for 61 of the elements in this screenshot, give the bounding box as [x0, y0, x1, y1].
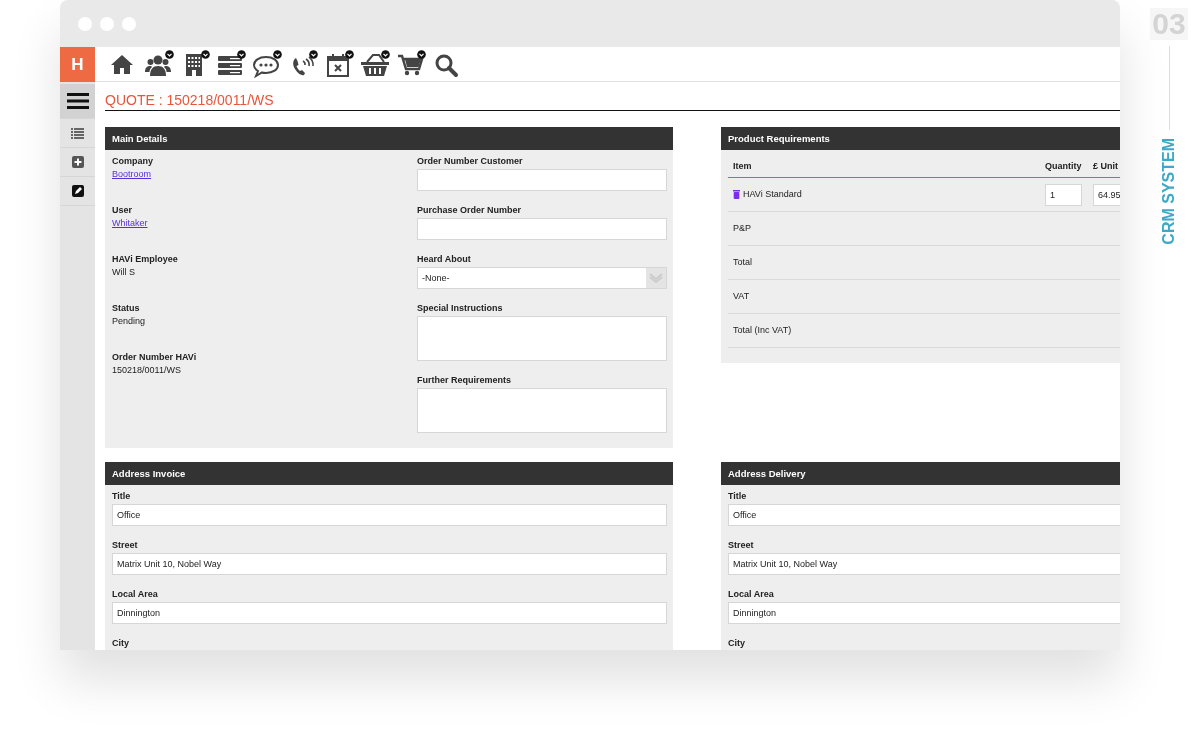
field-label: Local Area [728, 588, 775, 601]
field-label: Company [112, 155, 154, 168]
basket-icon[interactable] [360, 50, 390, 78]
field-link[interactable]: Bootroom [112, 168, 152, 181]
panel-header: Address Delivery [721, 462, 1120, 485]
field-label: HAVi Employee [112, 253, 179, 266]
add-icon [71, 156, 84, 168]
people-icon[interactable] [144, 50, 174, 78]
field-label: Local Area [112, 588, 159, 601]
edit-icon [71, 185, 84, 197]
field-label: Purchase Order Number [417, 204, 523, 217]
input-field[interactable]: Dinnington [112, 602, 667, 624]
panel-header: Main Details [105, 127, 673, 150]
cart-icon[interactable] [396, 50, 426, 78]
input-field[interactable]: Dinnington [728, 602, 1120, 624]
field-value: Pending [112, 315, 147, 328]
field-label: Order Number Customer [417, 155, 524, 168]
field-label: Title [728, 490, 748, 503]
calendar-icon[interactable] [324, 50, 354, 78]
panel-header: Address Invoice [105, 462, 673, 485]
field-label: Special Instructions [417, 302, 504, 315]
quantity-field[interactable]: 1 [1045, 183, 1082, 206]
table-cell: HAVi Standard [743, 188, 802, 201]
menu-icon [66, 92, 89, 110]
column-header: Item [732, 161, 753, 171]
field-label: Order Number HAVi [112, 351, 198, 364]
field-link[interactable]: Whitaker [112, 217, 148, 230]
field-value: Will S [112, 266, 136, 279]
list-icon [71, 127, 84, 139]
table-cell: Total [733, 256, 752, 269]
input-field[interactable] [417, 169, 667, 191]
sidebar-item[interactable] [60, 84, 95, 119]
field-label: Street [728, 539, 755, 552]
field-value: 150218/0011/WS [112, 364, 182, 377]
field-label: User [112, 204, 133, 217]
section-label: CRM SYSTEM [1160, 138, 1178, 245]
input-field[interactable] [417, 218, 667, 240]
table-cell: Total (Inc VAT) [733, 324, 792, 337]
field-label: Heard About [417, 253, 472, 266]
field-label: Street [112, 539, 139, 552]
column-header: Quantity [1045, 161, 1083, 171]
input-field[interactable]: Office [112, 504, 667, 526]
input-field[interactable]: Matrix Unit 10, Nobel Way [728, 553, 1120, 575]
field-label: Status [112, 302, 141, 315]
chevron-down-icon [649, 273, 663, 283]
input-field[interactable]: Matrix Unit 10, Nobel Way [112, 553, 667, 575]
page-title: QUOTE : 150218/0011/WS [105, 92, 1120, 111]
input-field[interactable]: Office [728, 504, 1120, 526]
field-label: City [728, 637, 746, 650]
table-cell: VAT [733, 290, 750, 303]
field-label: Further Requirements [417, 374, 513, 387]
trash-icon[interactable] [733, 190, 740, 199]
chat-bubble-icon[interactable] [252, 50, 282, 78]
panel-header: Product Requirements [721, 127, 1120, 150]
dropdown-field[interactable]: -None- [417, 267, 667, 289]
unit-price-field[interactable]: 64.95 [1093, 183, 1120, 206]
column-header: £ Unit [1093, 161, 1119, 171]
field-label: Title [112, 490, 132, 503]
list-icon[interactable] [216, 50, 246, 78]
table-cell: P&P [733, 222, 751, 235]
field-label: City [112, 637, 130, 650]
